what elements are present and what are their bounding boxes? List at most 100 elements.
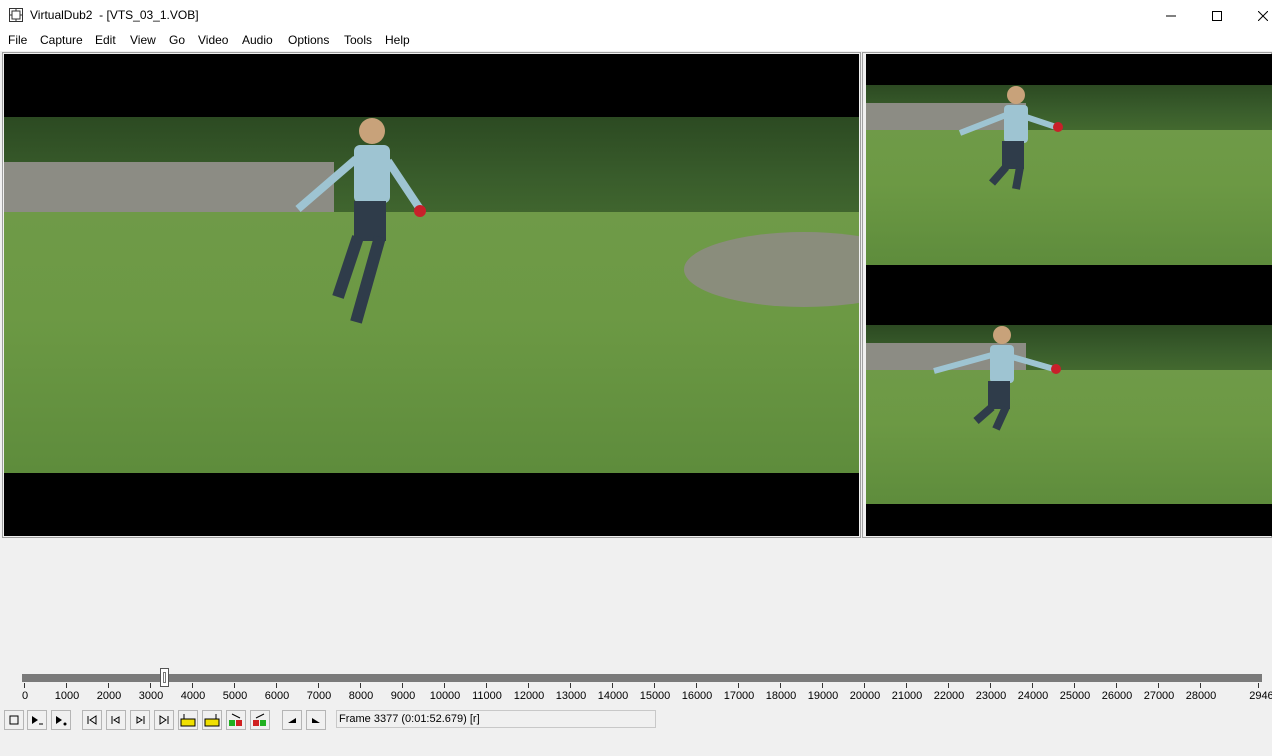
timeline-tick xyxy=(528,683,529,688)
menu-go[interactable]: Go xyxy=(169,33,185,47)
close-button[interactable] xyxy=(1240,0,1272,31)
mark-out-icon xyxy=(312,718,320,723)
timeline-tick xyxy=(822,683,823,688)
timeline-tick xyxy=(444,683,445,688)
timeline-tick-label: 15000 xyxy=(639,690,671,702)
maximize-button[interactable] xyxy=(1194,0,1240,31)
prev-keyframe-icon xyxy=(180,714,196,727)
prev-frame-icon xyxy=(111,716,120,724)
timeline-tick-label: 16000 xyxy=(681,690,713,702)
go-start-icon xyxy=(87,715,97,725)
play-input-button[interactable] xyxy=(27,710,47,730)
go-end-button[interactable] xyxy=(154,710,174,730)
timeline-tick-label: 9000 xyxy=(390,690,416,702)
go-end-icon xyxy=(159,715,169,725)
menu-edit[interactable]: Edit xyxy=(95,33,116,47)
timeline-tick-label: 12000 xyxy=(513,690,545,702)
mark-in-icon xyxy=(288,718,296,723)
timeline-track[interactable] xyxy=(22,674,1262,682)
timeline-tick xyxy=(1158,683,1159,688)
timeline-tick xyxy=(24,683,25,688)
timeline-tick-label: 0 xyxy=(21,690,29,702)
timeline-tick xyxy=(738,683,739,688)
timeline-tick xyxy=(906,683,907,688)
timeline-tick-label: 18000 xyxy=(765,690,797,702)
output-frame-bottom xyxy=(866,325,1272,504)
timeline-tick xyxy=(1074,683,1075,688)
menu-video[interactable]: Video xyxy=(198,33,228,47)
minimize-icon xyxy=(1166,15,1176,16)
timeline-tick xyxy=(1116,683,1117,688)
close-icon xyxy=(1258,10,1268,21)
timeline-tick-label: 14000 xyxy=(597,690,629,702)
go-start-button[interactable] xyxy=(82,710,102,730)
mark-in-button[interactable] xyxy=(282,710,302,730)
scene-forward-icon xyxy=(253,713,266,726)
menu-options[interactable]: Options xyxy=(288,33,329,47)
timeline-tick-label: 28000 xyxy=(1185,690,1217,702)
app-icon xyxy=(9,8,23,22)
menu-view[interactable]: View xyxy=(130,33,156,47)
timeline-tick xyxy=(1032,683,1033,688)
timeline-tick-label: 8000 xyxy=(348,690,374,702)
output-frame-top xyxy=(866,85,1272,265)
timeline-tick-label: 7000 xyxy=(306,690,332,702)
timeline-tick-label: 5000 xyxy=(222,690,248,702)
menu-audio[interactable]: Audio xyxy=(242,33,273,47)
timeline-tick xyxy=(66,683,67,688)
input-video-pane[interactable] xyxy=(4,54,859,536)
menu-capture[interactable]: Capture xyxy=(40,33,83,47)
timeline-tick-label: 20000 xyxy=(849,690,881,702)
timeline-tick xyxy=(612,683,613,688)
timeline-thumb[interactable] xyxy=(160,668,170,687)
maximize-icon xyxy=(1212,10,1222,21)
window-title: VirtualDub2 - [VTS_03_1.VOB] xyxy=(30,8,199,22)
timeline-tick xyxy=(150,683,151,688)
timeline-tick-label: 3000 xyxy=(138,690,164,702)
timeline-tick-label: 27000 xyxy=(1143,690,1175,702)
timeline-tick xyxy=(654,683,655,688)
timeline-tick-label: 11000 xyxy=(472,690,502,702)
timeline-tick xyxy=(570,683,571,688)
prev-keyframe-button[interactable] xyxy=(178,710,198,730)
minimize-button[interactable] xyxy=(1148,0,1194,31)
menu-file[interactable]: File xyxy=(8,33,27,47)
timeline-tick-label: 19000 xyxy=(807,690,839,702)
timeline-tick-label: 23000 xyxy=(975,690,1007,702)
scene-back-icon xyxy=(229,713,242,726)
timeline-tick xyxy=(402,683,403,688)
prev-frame-button[interactable] xyxy=(106,710,126,730)
child-figure xyxy=(295,118,426,324)
menu-bar: File Capture Edit View Go Video Audio Op… xyxy=(0,31,1272,51)
timeline-tick xyxy=(318,683,319,688)
scene-back-button[interactable] xyxy=(226,710,246,730)
play-output-button[interactable] xyxy=(51,710,71,730)
timeline-tick-label: 21000 xyxy=(891,690,923,702)
child-figure-top xyxy=(958,86,1063,190)
timeline-tick xyxy=(864,683,865,688)
menu-tools[interactable]: Tools xyxy=(344,33,372,47)
timeline-tick xyxy=(192,683,193,688)
child-figure-bottom xyxy=(933,326,1061,431)
timeline-tick xyxy=(990,683,991,688)
frame-text: Frame 3377 (0:01:52.679) [r] xyxy=(339,713,480,725)
next-frame-button[interactable] xyxy=(130,710,150,730)
output-video-pane[interactable] xyxy=(866,54,1272,536)
timeline-tick xyxy=(1200,683,1201,688)
scene-forward-button[interactable] xyxy=(250,710,270,730)
timeline-tick-label: 25000 xyxy=(1059,690,1091,702)
timeline-tick xyxy=(696,683,697,688)
stop-icon xyxy=(9,715,19,725)
timeline-tick xyxy=(360,683,361,688)
mark-out-button[interactable] xyxy=(306,710,326,730)
timeline-tick xyxy=(486,683,487,688)
timeline-tick-label: 4000 xyxy=(180,690,206,702)
timeline-tick-label: 2946 xyxy=(1249,690,1272,702)
stop-button[interactable] xyxy=(4,710,24,730)
timeline-tick-label: 10000 xyxy=(429,690,461,702)
timeline-tick xyxy=(108,683,109,688)
menu-help[interactable]: Help xyxy=(385,33,410,47)
next-keyframe-button[interactable] xyxy=(202,710,222,730)
frame-indicator[interactable]: Frame 3377 (0:01:52.679) [r] xyxy=(336,710,656,728)
timeline-tick xyxy=(1258,683,1259,688)
